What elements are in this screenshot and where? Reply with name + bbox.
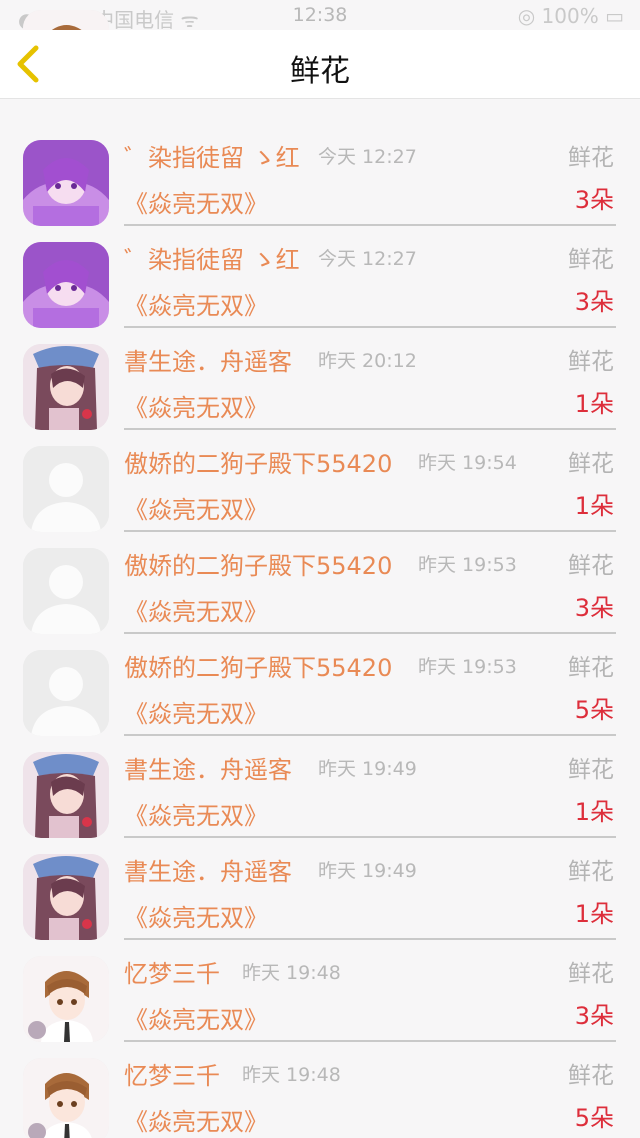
timestamp: 昨天 19:49 [318,860,417,882]
page-title: 鲜花 [290,54,350,89]
divider [124,224,616,226]
list-item[interactable]: 書生途．舟遥客 昨天 19:49 鲜花《焱亮无双》 1朵 [0,840,640,942]
gift-count: 5朵 [574,1104,614,1132]
book-title[interactable]: 《焱亮无双》 [124,184,268,219]
timestamp: 昨天 19:53 [418,554,517,576]
avatar[interactable] [23,650,109,736]
sender-name[interactable]: ゛染指徒留 ゝ红 [124,138,300,173]
timestamp: 昨天 19:53 [418,656,517,678]
sender-name[interactable]: ゛染指徒留 ゝ红 [124,240,300,275]
gift-count: 3朵 [574,594,614,622]
gift-type: 鲜花 [568,859,614,885]
gift-list[interactable]: 《焱亮无双》1朵゛染指徒留 ゝ红今天 12:27鲜花《焱亮无双》3朵゛染指徒留 … [0,0,640,1138]
book-title[interactable]: 《焱亮无双》 [124,796,268,831]
book-title[interactable]: 《焱亮无双》 [124,694,268,729]
nav-bar: 鲜花 [0,30,640,99]
gift-count: 1朵 [574,798,614,826]
gift-type: 鲜花 [568,247,614,273]
sender-name[interactable]: 書生途．舟遥客 [124,852,292,887]
gift-count: 3朵 [574,186,614,214]
timestamp: 昨天 19:48 [242,962,341,984]
gift-count: 1朵 [574,900,614,928]
list-item[interactable]: 書生途．舟遥客 昨天 20:12 鲜花《焱亮无双》 1朵 [0,330,640,432]
list-item[interactable]: ゛染指徒留 ゝ红 今天 12:27 鲜花《焱亮无双》 3朵 [0,228,640,330]
sender-name[interactable]: 忆梦三千 [124,954,220,989]
sender-name[interactable]: 書生途．舟遥客 [124,342,292,377]
avatar[interactable] [23,140,109,226]
book-title[interactable]: 《焱亮无双》 [124,388,268,423]
book-title[interactable]: 《焱亮无双》 [124,898,268,933]
timestamp: 昨天 19:48 [242,1064,341,1086]
avatar[interactable] [23,242,109,328]
avatar[interactable] [23,344,109,430]
list-item[interactable]: 忆梦三千 昨天 19:48 鲜花《焱亮无双》 5朵 [0,1044,640,1138]
list-item[interactable]: 忆梦三千 昨天 19:48 鲜花《焱亮无双》 3朵 [0,942,640,1044]
gift-count: 1朵 [574,492,614,520]
divider [124,938,616,940]
gift-type: 鲜花 [568,553,614,579]
sender-name[interactable]: 忆梦三千 [124,1056,220,1091]
list-item[interactable]: 傲娇的二狗子殿下55420 昨天 19:53 鲜花《焱亮无双》 3朵 [0,534,640,636]
gift-type: 鲜花 [568,961,614,987]
book-title[interactable]: 《焱亮无双》 [124,1000,268,1035]
avatar[interactable] [23,854,109,940]
divider [124,734,616,736]
sender-name[interactable]: 傲娇的二狗子殿下55420 [124,648,392,683]
divider [124,326,616,328]
gift-count: 3朵 [574,288,614,316]
book-title[interactable]: 《焱亮无双》 [124,1102,268,1137]
list-item[interactable]: 傲娇的二狗子殿下55420 昨天 19:53 鲜花《焱亮无双》 5朵 [0,636,640,738]
gift-count: 5朵 [574,696,614,724]
divider [124,530,616,532]
gift-type: 鲜花 [568,757,614,783]
gift-type: 鲜花 [568,349,614,375]
gift-count: 1朵 [574,390,614,418]
avatar[interactable] [23,1058,109,1138]
avatar[interactable] [23,752,109,838]
book-title[interactable]: 《焱亮无双》 [124,490,268,525]
timestamp: 今天 12:27 [318,146,417,168]
timestamp: 昨天 20:12 [318,350,417,372]
divider [124,1040,616,1042]
timestamp: 昨天 19:54 [418,452,517,474]
list-item[interactable]: 書生途．舟遥客 昨天 19:49 鲜花《焱亮无双》 1朵 [0,738,640,840]
divider [124,632,616,634]
avatar[interactable] [23,548,109,634]
gift-type: 鲜花 [568,145,614,171]
gift-type: 鲜花 [568,451,614,477]
sender-name[interactable]: 傲娇的二狗子殿下55420 [124,546,392,581]
avatar[interactable] [23,446,109,532]
list-item[interactable]: ゛染指徒留 ゝ红 今天 12:27 鲜花《焱亮无双》 3朵 [0,126,640,228]
book-title[interactable]: 《焱亮无双》 [124,592,268,627]
timestamp: 昨天 19:49 [318,758,417,780]
divider [124,428,616,430]
divider [124,836,616,838]
avatar[interactable] [23,956,109,1042]
gift-type: 鲜花 [568,1063,614,1089]
list-item[interactable]: 傲娇的二狗子殿下55420 昨天 19:54 鲜花《焱亮无双》 1朵 [0,432,640,534]
timestamp: 今天 12:27 [318,248,417,270]
book-title[interactable]: 《焱亮无双》 [124,286,268,321]
sender-name[interactable]: 書生途．舟遥客 [124,750,292,785]
sender-name[interactable]: 傲娇的二狗子殿下55420 [124,444,392,479]
gift-type: 鲜花 [568,655,614,681]
gift-count: 3朵 [574,1002,614,1030]
